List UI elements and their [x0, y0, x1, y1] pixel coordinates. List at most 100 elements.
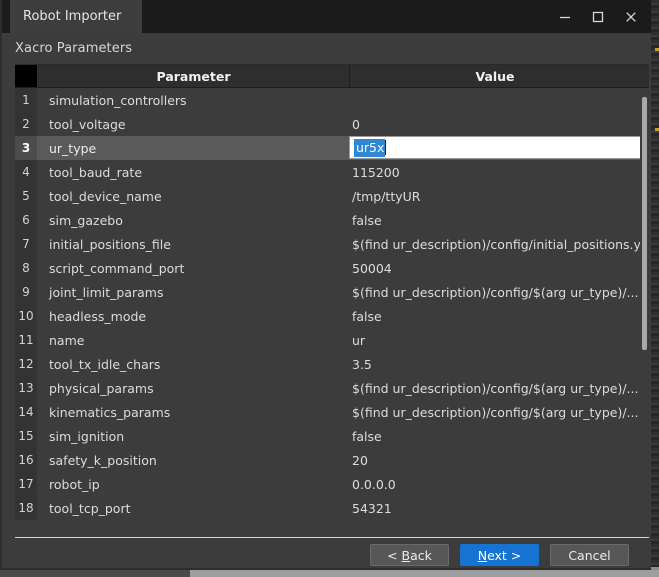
back-button[interactable]: < Back	[370, 544, 449, 566]
row-number[interactable]: 4	[15, 160, 37, 184]
table-row[interactable]: 5tool_device_name/tmp/ttyUR	[15, 184, 649, 208]
row-number[interactable]: 8	[15, 256, 37, 280]
table-row[interactable]: 17robot_ip0.0.0.0	[15, 472, 649, 496]
window-title: Robot Importer	[23, 9, 121, 24]
table-row[interactable]: 15sim_ignitionfalse	[15, 424, 649, 448]
table-row[interactable]: 16safety_k_position20	[15, 448, 649, 472]
table-row[interactable]: 3ur_type ur5x	[15, 136, 649, 160]
row-number[interactable]: 16	[15, 448, 37, 472]
window-controls	[548, 0, 647, 33]
cell-parameter-name[interactable]: name	[37, 333, 348, 348]
table-row[interactable]: 4tool_baud_rate115200	[15, 160, 649, 184]
row-number[interactable]: 13	[15, 376, 37, 400]
table-row[interactable]: 2tool_voltage0	[15, 112, 649, 136]
desktop-background: Robot Importer Xacro Parameters Paramete…	[0, 0, 659, 577]
column-header-parameter[interactable]: Parameter	[38, 65, 350, 87]
table-row[interactable]: 6sim_gazebofalse	[15, 208, 649, 232]
cell-parameter-value[interactable]: $(find ur_description)/config/$(arg ur_t…	[348, 285, 640, 300]
cell-parameter-name[interactable]: tool_tx_idle_chars	[37, 357, 348, 372]
text-caret	[385, 140, 386, 155]
table-body: 1simulation_controllers2tool_voltage03ur…	[15, 88, 649, 531]
row-number[interactable]: 15	[15, 424, 37, 448]
row-number[interactable]: 6	[15, 208, 37, 232]
cell-parameter-value[interactable]: 20	[348, 453, 640, 468]
row-number[interactable]: 11	[15, 328, 37, 352]
column-header-value[interactable]: Value	[350, 65, 640, 87]
window-title-tab[interactable]: Robot Importer	[10, 0, 142, 33]
table-row[interactable]: 18tool_tcp_port54321	[15, 496, 649, 520]
cell-parameter-value[interactable]: ur	[348, 333, 640, 348]
cell-parameter-name[interactable]: sim_ignition	[37, 429, 348, 444]
robot-importer-dialog: Robot Importer Xacro Parameters Paramete…	[0, 0, 651, 570]
cell-parameter-name[interactable]: tool_voltage	[37, 117, 348, 132]
row-number[interactable]: 5	[15, 184, 37, 208]
maximize-icon[interactable]	[581, 0, 614, 33]
row-number[interactable]: 1	[15, 88, 37, 112]
minimize-icon[interactable]	[548, 0, 581, 33]
row-number[interactable]: 17	[15, 472, 37, 496]
cell-parameter-name[interactable]: simulation_controllers	[37, 93, 348, 108]
row-number[interactable]: 3	[15, 136, 37, 160]
back-button-label: < Back	[387, 548, 432, 563]
cell-parameter-value[interactable]: 115200	[348, 165, 640, 180]
cell-parameter-value[interactable]: /tmp/ttyUR	[348, 189, 640, 204]
cell-parameter-name[interactable]: tool_device_name	[37, 189, 348, 204]
cell-parameter-name[interactable]: headless_mode	[37, 309, 348, 324]
row-number[interactable]: 18	[15, 496, 37, 520]
title-bar: Robot Importer	[2, 0, 651, 33]
table-row[interactable]: 13physical_params$(find ur_description)/…	[15, 376, 649, 400]
cell-parameter-name[interactable]: initial_positions_file	[37, 237, 348, 252]
cell-parameter-name[interactable]: ur_type	[37, 141, 348, 156]
table-header-gap	[640, 65, 649, 87]
cell-parameter-value[interactable]: $(find ur_description)/config/initial_po…	[348, 237, 640, 252]
next-button[interactable]: Next >	[460, 544, 539, 566]
xacro-parameters-table: Parameter Value 1simulation_controllers2…	[15, 64, 649, 531]
table-row[interactable]: 8script_command_port50004	[15, 256, 649, 280]
table-row[interactable]: 7initial_positions_file$(find ur_descrip…	[15, 232, 649, 256]
cell-parameter-value[interactable]: 54321	[348, 501, 640, 516]
cell-parameter-name[interactable]: robot_ip	[37, 477, 348, 492]
table-corner-cell[interactable]	[15, 65, 37, 87]
table-vertical-scrollbar[interactable]	[640, 88, 649, 531]
cell-parameter-value[interactable]: 0.0.0.0	[348, 477, 640, 492]
cell-parameter-name[interactable]: joint_limit_params	[37, 285, 348, 300]
cell-parameter-name[interactable]: physical_params	[37, 381, 348, 396]
table-row[interactable]: 12tool_tx_idle_chars3.5	[15, 352, 649, 376]
cell-parameter-name[interactable]: safety_k_position	[37, 453, 348, 468]
cell-parameter-name[interactable]: script_command_port	[37, 261, 348, 276]
cell-parameter-value[interactable]: 50004	[348, 261, 640, 276]
cell-parameter-name[interactable]: sim_gazebo	[37, 213, 348, 228]
table-row[interactable]: 10headless_modefalse	[15, 304, 649, 328]
cell-parameter-value[interactable]: false	[348, 213, 640, 228]
cancel-button[interactable]: Cancel	[550, 544, 629, 566]
table-row[interactable]: 11nameur	[15, 328, 649, 352]
cancel-button-label: Cancel	[568, 548, 610, 563]
row-number[interactable]: 10	[15, 304, 37, 328]
value-edit-selected-text: ur5x	[354, 139, 385, 157]
table-row[interactable]: 9joint_limit_params$(find ur_description…	[15, 280, 649, 304]
cell-parameter-name[interactable]: kinematics_params	[37, 405, 348, 420]
cell-parameter-value[interactable]: false	[348, 429, 640, 444]
wizard-buttons: < Back Next > Cancel	[370, 544, 629, 566]
footer-separator	[15, 537, 649, 538]
row-number[interactable]: 9	[15, 280, 37, 304]
cell-parameter-value[interactable]: 3.5	[348, 357, 640, 372]
cell-parameter-value[interactable]: 0	[348, 117, 640, 132]
next-button-label: Next >	[478, 548, 522, 563]
cell-parameter-name[interactable]: tool_tcp_port	[37, 501, 348, 516]
close-icon[interactable]	[614, 0, 647, 33]
table-row[interactable]: 14kinematics_params$(find ur_description…	[15, 400, 649, 424]
scrollbar-thumb[interactable]	[642, 97, 647, 350]
row-number[interactable]: 2	[15, 112, 37, 136]
row-number[interactable]: 14	[15, 400, 37, 424]
cell-parameter-value[interactable]: $(find ur_description)/config/$(arg ur_t…	[348, 381, 640, 396]
cell-parameter-value[interactable]: false	[348, 309, 640, 324]
table-row[interactable]: 1simulation_controllers	[15, 88, 649, 112]
page-title: Xacro Parameters	[15, 41, 132, 56]
row-number[interactable]: 7	[15, 232, 37, 256]
row-number[interactable]: 12	[15, 352, 37, 376]
table-header-row: Parameter Value	[15, 65, 649, 88]
cell-parameter-value[interactable]: $(find ur_description)/config/$(arg ur_t…	[348, 405, 640, 420]
cell-parameter-name[interactable]: tool_baud_rate	[37, 165, 348, 180]
value-edit-input[interactable]: ur5x	[349, 136, 646, 159]
